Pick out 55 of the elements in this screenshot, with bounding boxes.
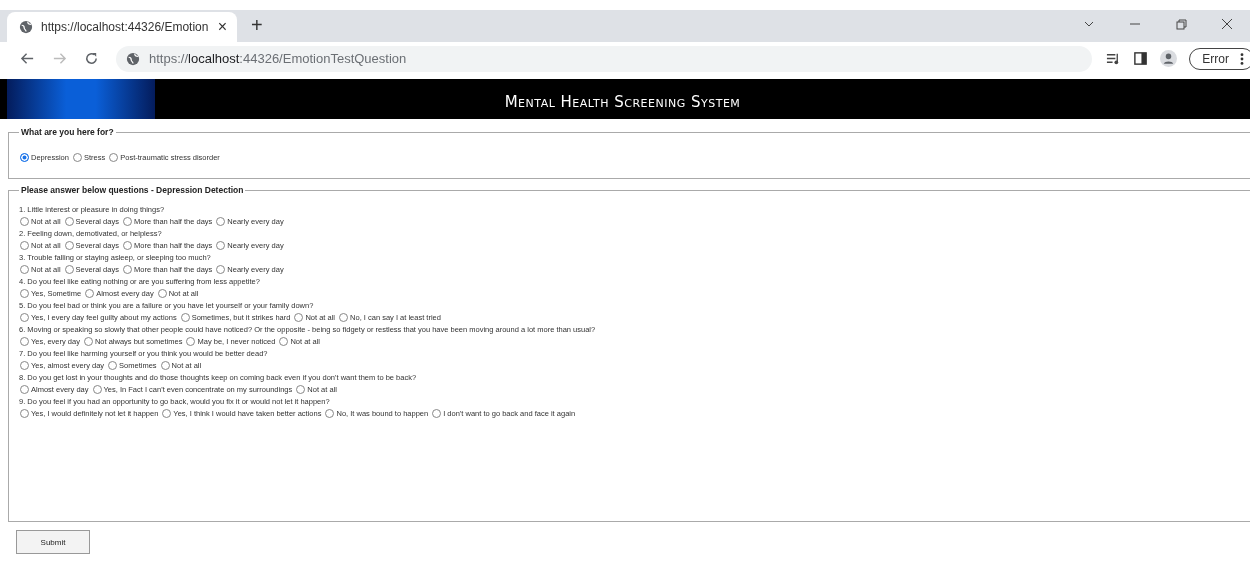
radio-button[interactable]	[85, 289, 95, 298]
globe-icon	[126, 51, 140, 66]
restore-icon[interactable]	[1175, 18, 1187, 30]
globe-icon	[19, 20, 33, 34]
radio-button[interactable]	[20, 153, 29, 162]
submit-button[interactable]: Submit	[16, 530, 90, 554]
radio-button[interactable]	[64, 265, 74, 274]
radio-button[interactable]	[64, 241, 74, 250]
radio-button[interactable]	[72, 153, 82, 162]
radio-button[interactable]	[162, 409, 172, 418]
fieldset-legend: Please answer below questions - Depression Detection	[19, 185, 246, 195]
profile-avatar-icon[interactable]	[1160, 50, 1178, 67]
radio-button[interactable]	[20, 217, 29, 226]
reload-icon[interactable]	[84, 51, 99, 66]
radio-button[interactable]	[157, 289, 167, 298]
radio-button[interactable]	[216, 241, 226, 250]
radio-button[interactable]	[122, 265, 132, 274]
radio-button[interactable]	[122, 217, 132, 226]
radio-button[interactable]	[20, 361, 29, 370]
radio-button[interactable]	[64, 217, 74, 226]
radio-button[interactable]	[20, 265, 29, 274]
radio-button[interactable]	[20, 241, 29, 250]
radio-button[interactable]	[216, 217, 226, 226]
radio-button[interactable]	[216, 265, 226, 274]
radio-button[interactable]	[109, 153, 119, 162]
radio-button[interactable]	[20, 289, 29, 298]
more-menu-icon[interactable]	[1240, 51, 1244, 66]
radio-button[interactable]	[20, 337, 29, 346]
back-arrow-icon[interactable]	[20, 51, 35, 66]
radio-button[interactable]	[339, 313, 349, 322]
radio-button[interactable]	[186, 337, 196, 346]
radio-button[interactable]	[20, 313, 29, 322]
radio-button[interactable]	[294, 313, 304, 322]
radio-button[interactable]	[160, 361, 170, 370]
radio-button[interactable]	[122, 241, 132, 250]
fieldset-legend: What are you here for?	[19, 127, 116, 137]
site-title: Mental Health Screening System	[503, 92, 742, 113]
address-bar[interactable]: https://localhost:44326/EmotionTestQuestion	[116, 45, 1093, 72]
browser-tab[interactable]: https://localhost:44326/Emotion ×	[7, 12, 237, 42]
radio-button[interactable]	[108, 361, 118, 370]
close-icon[interactable]	[1221, 18, 1233, 30]
tab-title: https://localhost:44326/Emotion	[41, 20, 210, 34]
radio-button[interactable]	[92, 385, 102, 394]
radio-button[interactable]	[279, 337, 289, 346]
radio-button[interactable]	[20, 409, 29, 418]
new-tab-button[interactable]: +	[251, 14, 263, 37]
forward-arrow-icon[interactable]	[52, 51, 67, 66]
radio-button[interactable]	[180, 313, 190, 322]
radio-button[interactable]	[20, 385, 29, 394]
radio-button[interactable]	[432, 409, 442, 418]
radio-button[interactable]	[325, 409, 335, 418]
radio-button[interactable]	[296, 385, 306, 394]
radio-button[interactable]	[83, 337, 93, 346]
close-tab-button[interactable]: ×	[217, 18, 227, 36]
side-panel-icon[interactable]	[1133, 51, 1149, 66]
